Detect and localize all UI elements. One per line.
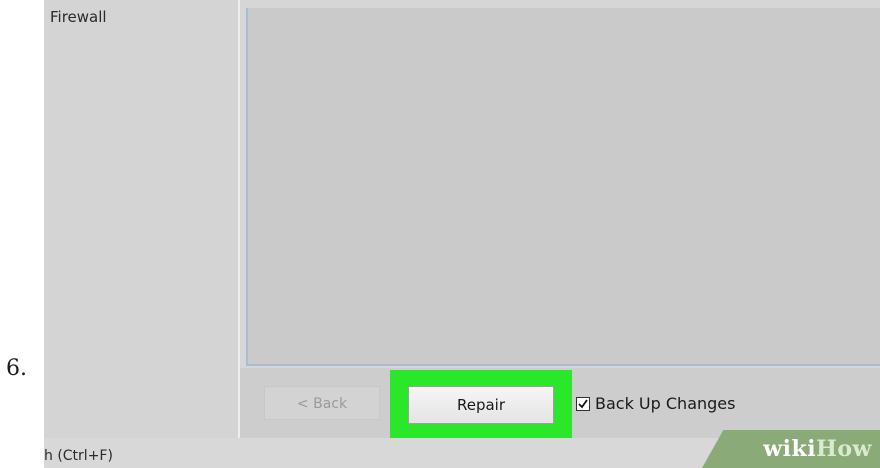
repair-button[interactable]: Repair (408, 386, 554, 424)
sidebar: Firewall (44, 0, 238, 468)
watermark-text: wikiHow (763, 436, 872, 462)
checkmark-icon (578, 398, 588, 408)
page: 6. Firewall < Back Repair Back Up Change… (0, 0, 880, 468)
step-number: 6. (6, 356, 27, 381)
app-window: Firewall < Back Repair Back Up Changes h… (44, 0, 880, 468)
back-button[interactable]: < Back (264, 386, 380, 420)
sidebar-item-firewall[interactable]: Firewall (50, 8, 107, 26)
status-text: h (Ctrl+F) (44, 448, 113, 464)
wikihow-watermark: wikiHow (702, 430, 880, 468)
backup-changes-label: Back Up Changes (595, 394, 736, 413)
backup-changes-checkbox[interactable] (576, 396, 590, 411)
watermark-how: How (816, 436, 872, 462)
watermark-wiki: wiki (763, 436, 817, 462)
button-bar: < Back Repair Back Up Changes (240, 368, 880, 440)
content-panel (246, 8, 880, 366)
backup-changes-option[interactable]: Back Up Changes (576, 394, 735, 413)
repair-highlight: Repair (390, 370, 572, 440)
